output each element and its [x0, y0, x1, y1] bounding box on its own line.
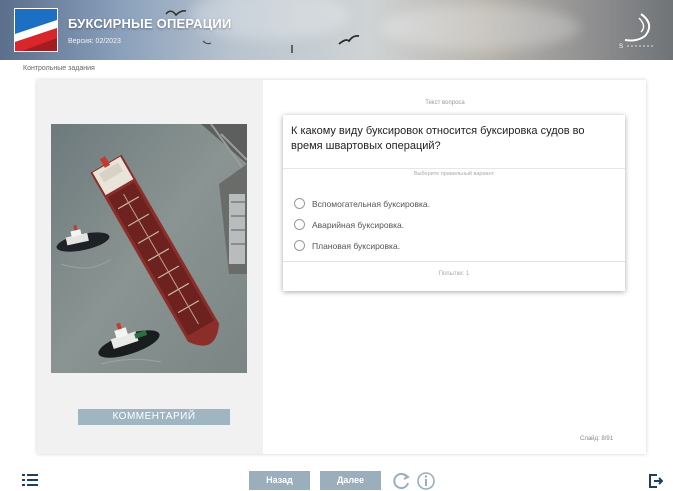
bird-icon [202, 40, 212, 45]
tanker-tugboats-photo [51, 124, 247, 373]
bird-icon [165, 10, 187, 17]
exit-icon[interactable] [649, 474, 663, 488]
attempts-counter: Попытки: 1 [283, 261, 625, 277]
illustration-panel: КОММЕНТАРИЙ [37, 80, 263, 454]
ship-bow-logo-icon [14, 8, 58, 52]
bird-icon [338, 34, 360, 45]
radio-button[interactable] [294, 219, 305, 230]
question-text: К какому виду буксировок относится букси… [291, 125, 585, 152]
list-menu-icon[interactable] [22, 474, 38, 486]
bird-icon [291, 45, 293, 53]
question-label: Текст вопроса [425, 100, 465, 106]
breadcrumb: Контрольные задания [23, 65, 95, 72]
answer-label: Плановая буксировка. [312, 240, 401, 251]
next-button[interactable]: Далее [320, 471, 381, 490]
app-title: БУКСИРНЫЕ ОПЕРАЦИИ [68, 16, 232, 31]
header-banner: БУКСИРНЫЕ ОПЕРАЦИИ Версия: 02/2023 S [0, 0, 673, 60]
answer-label: Аварийная буксировка. [312, 219, 405, 230]
answer-hint: Выберите правильный вариант [283, 168, 625, 177]
banner-cloud [380, 5, 580, 50]
info-icon[interactable] [416, 471, 436, 491]
answer-label: Вспомогательная буксировка. [312, 198, 430, 209]
answer-option[interactable]: Вспомогательная буксировка. [294, 193, 430, 214]
slide-counter: Слайд: 8/91 [580, 436, 614, 442]
answer-option[interactable]: Плановая буксировка. [294, 235, 430, 256]
app-version: Версия: 02/2023 [68, 38, 121, 45]
back-button[interactable]: Назад [249, 471, 310, 490]
comment-button[interactable]: КОММЕНТАРИЙ [78, 409, 230, 425]
radio-button[interactable] [294, 240, 305, 251]
answer-option[interactable]: Аварийная буксировка. [294, 214, 430, 235]
answer-list: Вспомогательная буксировка. Аварийная бу… [294, 193, 430, 256]
radio-button[interactable] [294, 198, 305, 209]
brand-ship-logo-icon: S [619, 13, 655, 50]
question-box: К какому виду буксировок относится букси… [283, 115, 625, 291]
svg-text:S: S [619, 44, 623, 50]
refresh-icon[interactable] [391, 471, 411, 491]
